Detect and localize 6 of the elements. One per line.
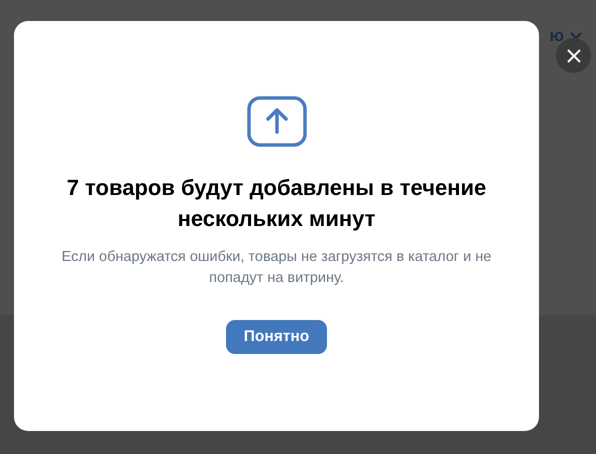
- upload-icon: [246, 96, 306, 147]
- dialog-message: Если обнаружатся ошибки, товары не загрузятся в каталог и не попадут на витрину.: [60, 248, 492, 288]
- close-icon: [566, 48, 580, 62]
- ok-button[interactable]: Понятно: [226, 320, 328, 354]
- chevron-down-icon: [570, 32, 582, 40]
- dialog-title: 7 товаров будут добавлены в течение нескольких минут: [66, 174, 488, 233]
